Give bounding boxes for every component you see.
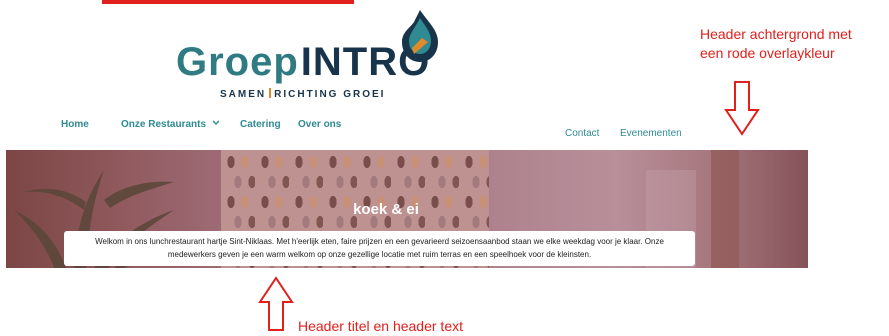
nav-item-onze-restaurants-label: Onze Restaurants bbox=[121, 119, 207, 130]
logo-tagline-left: SAMEN bbox=[220, 89, 267, 100]
arrow-up-icon bbox=[258, 276, 294, 331]
annotation-header-background-line1: Header achtergrond met bbox=[700, 26, 852, 42]
logo-drop-mark-icon bbox=[402, 10, 438, 62]
nav-item-evenementen[interactable]: Evenementen bbox=[620, 128, 682, 139]
header-text-box: Welkom in ons lunchrestaurant hartje Sin… bbox=[64, 231, 695, 266]
logo-tagline: SAMEN RICHTING GROEI bbox=[220, 88, 385, 100]
logo-tagline-right: RICHTING GROEI bbox=[274, 89, 386, 100]
header-text: Welkom in ons lunchrestaurant hartje Sin… bbox=[95, 237, 664, 259]
header-title: koek & ei bbox=[353, 201, 419, 218]
nav-item-catering[interactable]: Catering bbox=[240, 119, 281, 130]
logo-word-groep: Groep bbox=[176, 40, 299, 84]
red-underline-mark bbox=[102, 0, 354, 4]
nav-item-contact[interactable]: Contact bbox=[565, 128, 599, 139]
annotation-header-background: Header achtergrond met een rode overlayk… bbox=[700, 25, 852, 63]
logo-wordmark: GroepINTRO bbox=[176, 42, 430, 82]
nav-item-over-ons[interactable]: Over ons bbox=[298, 119, 341, 130]
arrow-down-icon bbox=[724, 81, 760, 136]
annotation-header-background-line2: een rode overlaykleur bbox=[700, 45, 835, 61]
annotation-header-title-text: Header titel en header text bbox=[298, 318, 463, 334]
logo-tagline-divider bbox=[269, 88, 272, 98]
chevron-down-icon bbox=[212, 120, 220, 125]
nav-item-onze-restaurants[interactable]: Onze Restaurants bbox=[121, 119, 220, 130]
nav-item-home[interactable]: Home bbox=[61, 119, 89, 130]
groep-intro-logo[interactable]: GroepINTRO SAMEN RICHTING GROEI bbox=[176, 8, 446, 100]
